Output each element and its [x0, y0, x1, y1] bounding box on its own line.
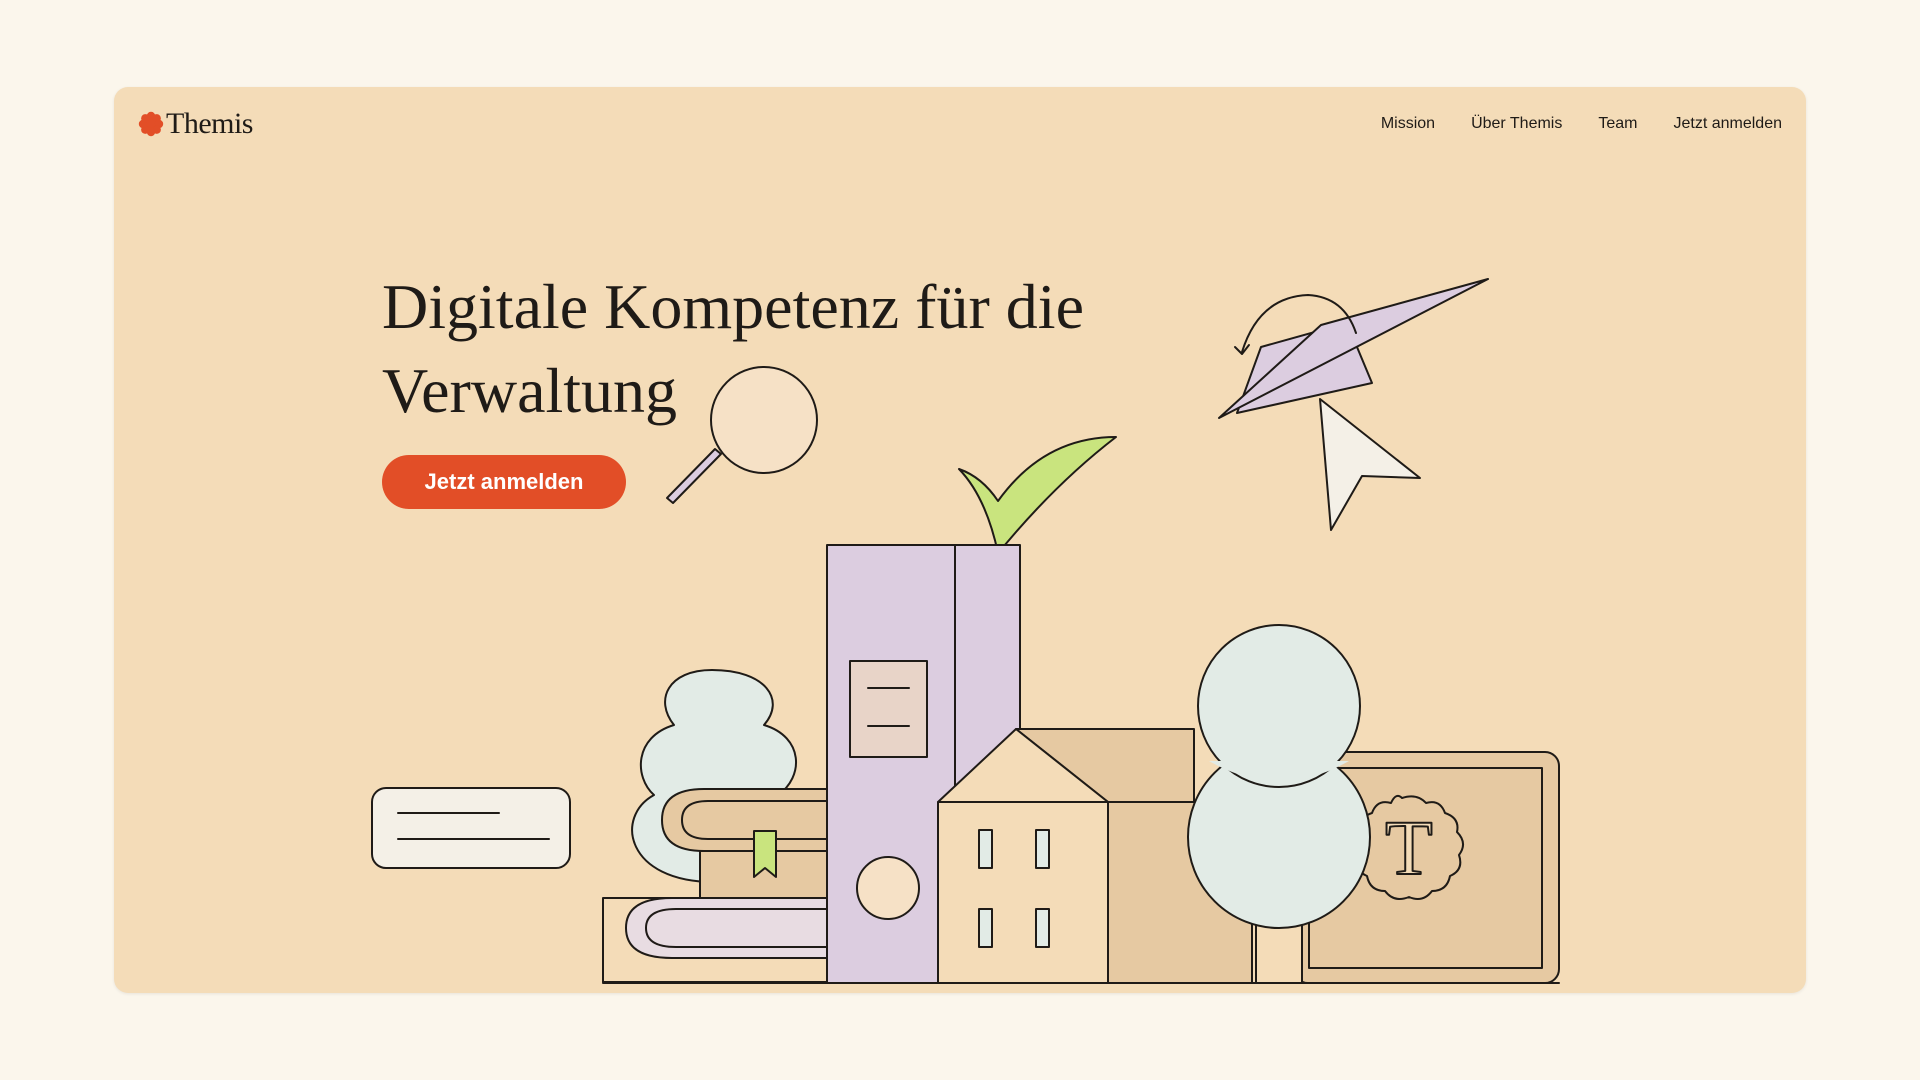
tree-icon: [1187, 624, 1371, 984]
nav-item-ueber-themis[interactable]: Über Themis: [1471, 115, 1562, 133]
flower-logo-icon: [138, 111, 164, 137]
hero-card: Themis Mission Über Themis Team Jetzt an…: [114, 87, 1806, 993]
brand-logo[interactable]: Themis: [138, 107, 254, 141]
hero-headline: Digitale Kompetenz für die Verwaltung: [382, 271, 1084, 426]
nav-item-jetzt-anmelden[interactable]: Jetzt anmelden: [1673, 115, 1782, 133]
checkmark-icon: [958, 436, 1117, 554]
main-nav: Mission Über Themis Team Jetzt anmelden: [1381, 115, 1782, 133]
cursor-arrow-icon: [1319, 398, 1421, 531]
tree-icon: [631, 669, 799, 883]
books-icon: [602, 788, 828, 983]
certificate-icon: T: [1293, 751, 1560, 984]
register-cta-button[interactable]: Jetzt anmelden: [382, 455, 626, 509]
text-box-icon: [371, 787, 571, 869]
binder-icon: [826, 544, 1021, 984]
nav-item-mission[interactable]: Mission: [1381, 115, 1435, 133]
brand-name: Themis: [166, 107, 254, 140]
seal-letter: T: [1385, 804, 1433, 891]
house-icon: [937, 728, 1253, 984]
nav-item-team[interactable]: Team: [1598, 115, 1637, 133]
hero-illustration: T: [371, 278, 1560, 984]
